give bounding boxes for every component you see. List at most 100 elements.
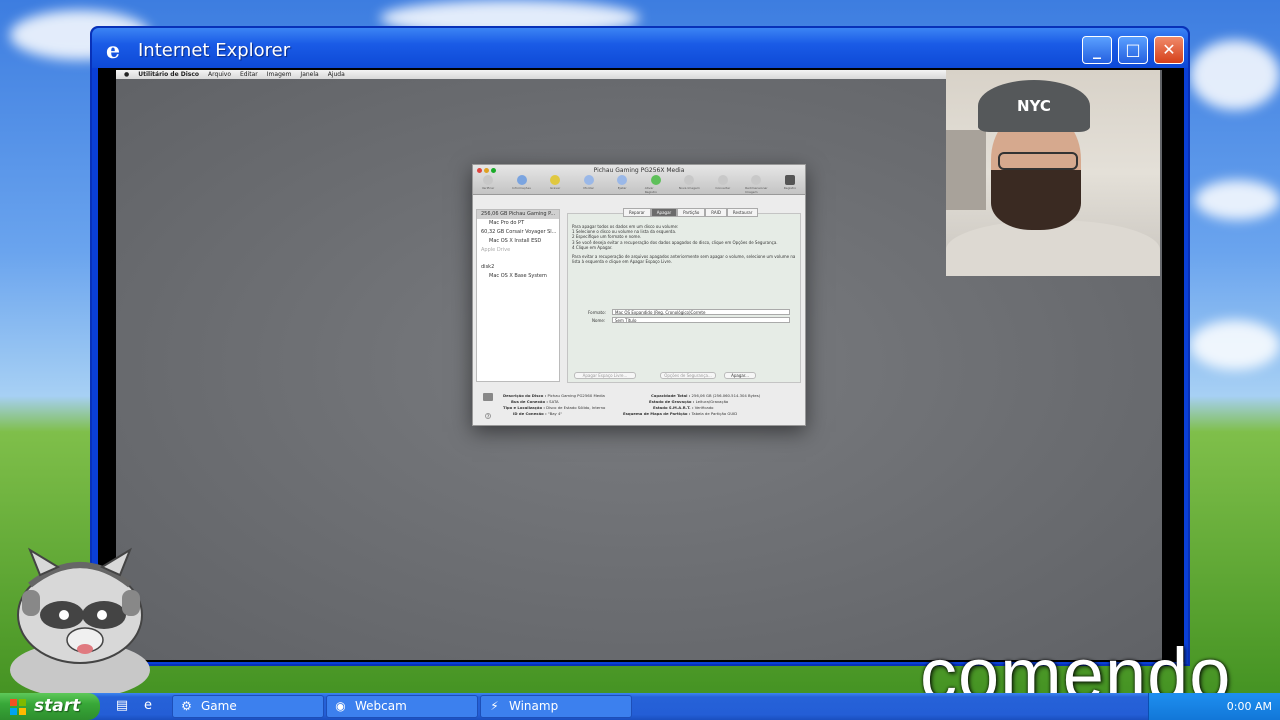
format-label: Formato: bbox=[588, 310, 606, 315]
disk-list-item[interactable]: 60,32 GB Corsair Voyager Sl... bbox=[477, 228, 559, 237]
raccoon-mascot-icon bbox=[10, 547, 150, 695]
minimize-button[interactable]: _ bbox=[1082, 36, 1112, 64]
erase-free-space-button[interactable]: Apagar Espaço Livre... bbox=[574, 372, 636, 379]
cam-beard bbox=[991, 170, 1081, 230]
info-value: Pichau Gaming PG256X Media bbox=[547, 393, 605, 398]
webcam-feed: NYC bbox=[946, 70, 1160, 276]
resize-icon bbox=[751, 175, 762, 185]
info-value: SATA bbox=[549, 399, 559, 404]
instruction-line: Para evitar a recuperação de arquivos ap… bbox=[572, 254, 796, 265]
taskbar-item-winamp[interactable]: ⚡ Winamp bbox=[480, 695, 632, 718]
name-label: Nome: bbox=[592, 318, 606, 323]
webcam-icon: ◉ bbox=[335, 699, 346, 713]
mac-menubar: ● Utilitário de Disco Arquivo Editar Ima… bbox=[116, 70, 948, 79]
ie-logo-icon: e bbox=[106, 38, 120, 64]
tool-info[interactable]: Informações bbox=[511, 175, 533, 195]
taskbar-item-label: Winamp bbox=[509, 699, 559, 713]
disk-utility-window: Pichau Gaming PG256X Media Verificar Inf… bbox=[472, 164, 806, 426]
start-button[interactable]: start bbox=[0, 693, 100, 720]
security-options-button[interactable]: Opções de Segurança... bbox=[660, 372, 716, 379]
tab-erase[interactable]: Apagar bbox=[650, 208, 678, 217]
info-label: Estado de Gravação : bbox=[649, 399, 695, 404]
format-select[interactable]: Mac OS Expandido (Reg. Cronológico)Corre… bbox=[612, 309, 790, 315]
menu-image[interactable]: Imagem bbox=[267, 71, 292, 78]
info-label: ID de Conexão : bbox=[513, 411, 547, 416]
info-value: Verificado bbox=[694, 405, 714, 410]
menu-window[interactable]: Janela bbox=[300, 71, 318, 78]
tool-convert[interactable]: Converter bbox=[712, 175, 734, 195]
maximize-button[interactable]: □ bbox=[1118, 36, 1148, 64]
new-image-icon bbox=[684, 175, 695, 185]
disk-list-item[interactable]: Mac OS X Base System bbox=[477, 272, 559, 281]
disk-list-item[interactable]: Mac Pro do PT bbox=[477, 219, 559, 228]
info-label: Capacidade Total : bbox=[651, 393, 691, 398]
taskbar: start ▤ e ⚙ Game ◉ Webcam ⚡ Winamp 0:00 … bbox=[0, 693, 1280, 720]
menu-file[interactable]: Arquivo bbox=[208, 71, 231, 78]
clock[interactable]: 0:00 AM bbox=[1227, 700, 1272, 713]
menu-help[interactable]: Ajuda bbox=[328, 71, 345, 78]
disk-list-item[interactable]: Apple Drive bbox=[477, 246, 559, 255]
sky-cloud bbox=[1195, 180, 1280, 220]
journal-icon bbox=[650, 175, 661, 185]
close-button[interactable]: ✕ bbox=[1154, 36, 1184, 64]
game-icon: ⚙ bbox=[181, 699, 192, 713]
sky-cloud bbox=[1190, 320, 1280, 370]
tool-burn[interactable]: Gravar bbox=[544, 175, 566, 195]
tab-partition[interactable]: Partição bbox=[677, 208, 706, 217]
taskbar-item-label: Game bbox=[201, 699, 237, 713]
show-desktop-icon[interactable]: ▤ bbox=[114, 698, 130, 714]
eject-icon bbox=[617, 175, 628, 185]
info-icon bbox=[516, 175, 527, 185]
tool-mount[interactable]: Montar bbox=[578, 175, 600, 195]
disk-icon bbox=[483, 393, 493, 401]
tool-resize[interactable]: Redimensionar Imagem bbox=[745, 175, 768, 195]
convert-icon bbox=[717, 175, 728, 185]
system-tray: 0:00 AM bbox=[1148, 693, 1280, 720]
cam-background-shelf bbox=[946, 130, 986, 210]
info-label: Bus de Conexão : bbox=[511, 399, 548, 404]
tool-journal[interactable]: Ativar Registro bbox=[645, 175, 667, 195]
burn-icon bbox=[550, 175, 561, 185]
disk-info-panel: ? Descrição do Disco : Pichau Gaming PG2… bbox=[473, 387, 805, 425]
winamp-icon: ⚡ bbox=[490, 699, 499, 713]
tab-restore[interactable]: Restaurar bbox=[726, 208, 759, 217]
info-label: Descrição do Disco : bbox=[503, 393, 547, 398]
cam-glasses bbox=[998, 152, 1078, 170]
window-title: Internet Explorer bbox=[138, 40, 291, 61]
tool-log[interactable]: Registro bbox=[779, 175, 801, 195]
menu-app[interactable]: Utilitário de Disco bbox=[138, 71, 199, 78]
window-titlebar[interactable]: e Internet Explorer _ □ ✕ bbox=[92, 28, 1188, 68]
info-label: Esquema de Mapa de Partição : bbox=[623, 411, 691, 416]
taskbar-item-label: Webcam bbox=[355, 699, 407, 713]
disk-list-item[interactable]: Mac OS X Install ESD bbox=[477, 237, 559, 246]
instruction-line: 4 Clique em Apagar. bbox=[572, 244, 613, 250]
info-value: 256,06 GB (256.060.514.304 Bytes) bbox=[691, 393, 761, 398]
help-icon[interactable]: ? bbox=[485, 413, 491, 419]
info-label: Estado S.M.A.R.T. : bbox=[653, 405, 694, 410]
mount-icon bbox=[583, 175, 594, 185]
tool-verify[interactable]: Verificar bbox=[477, 175, 499, 195]
erase-button[interactable]: Apagar... bbox=[724, 372, 756, 379]
tool-eject[interactable]: Ejetar bbox=[611, 175, 633, 195]
du-title: Pichau Gaming PG256X Media bbox=[593, 167, 685, 174]
info-value: Tabela de Partição GUID bbox=[691, 411, 738, 416]
taskbar-item-game[interactable]: ⚙ Game bbox=[172, 695, 324, 718]
disk-list-item[interactable]: 256,06 GB Pichau Gaming P... bbox=[477, 210, 559, 219]
tab-raid[interactable]: RAID bbox=[705, 208, 727, 217]
tab-repair[interactable]: Reparar bbox=[623, 208, 651, 217]
microscope-icon bbox=[483, 175, 493, 185]
ie-quicklaunch-icon[interactable]: e bbox=[140, 698, 156, 714]
taskbar-item-webcam[interactable]: ◉ Webcam bbox=[326, 695, 478, 718]
sky-cloud bbox=[1190, 40, 1280, 110]
info-value: Leitura/Gravação bbox=[695, 399, 729, 404]
erase-panel: Para apagar todos os dados em um disco o… bbox=[567, 213, 801, 383]
menu-edit[interactable]: Editar bbox=[240, 71, 258, 78]
apple-icon[interactable]: ● bbox=[124, 71, 129, 78]
disk-list-item[interactable]: disk2 bbox=[477, 263, 559, 272]
disk-list: 256,06 GB Pichau Gaming P... Mac Pro do … bbox=[476, 209, 560, 382]
info-value: "Bay 4" bbox=[547, 411, 563, 416]
name-field[interactable]: Sem Título bbox=[612, 317, 790, 323]
tool-new-image[interactable]: Nova Imagem bbox=[678, 175, 700, 195]
info-value: Disco de Estado Sólido, Interno bbox=[546, 405, 606, 410]
du-tabbar: Reparar Apagar Partição RAID Restaurar bbox=[623, 208, 759, 217]
